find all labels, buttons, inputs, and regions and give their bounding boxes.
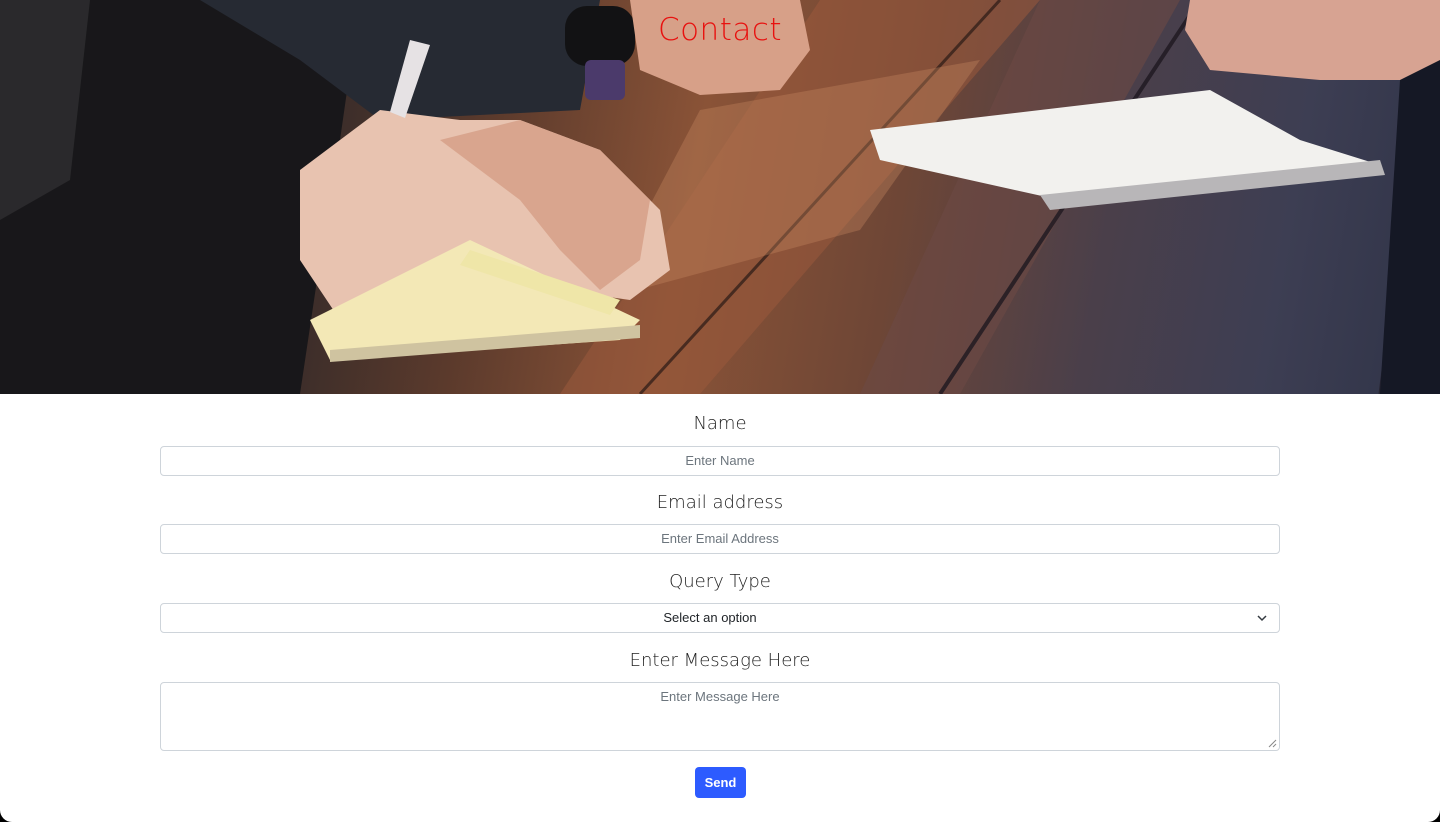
message-textarea-placeholder: Enter Message Here [660, 689, 780, 704]
query-type-selected: Select an option [663, 610, 757, 625]
contact-page: Contact Name Enter Name Email address En… [0, 0, 1440, 822]
send-button[interactable]: Send [695, 767, 746, 798]
name-input[interactable]: Enter Name [160, 446, 1280, 476]
query-type-select[interactable]: Select an option [160, 603, 1280, 633]
email-input-placeholder: Enter Email Address [661, 531, 779, 546]
name-label: Name [693, 413, 747, 434]
query-type-label: Query Type [669, 571, 771, 592]
hero-banner: Contact [0, 0, 1440, 394]
hero-photo [0, 0, 1440, 394]
page-title: Contact [657, 12, 783, 48]
email-label: Email address [656, 492, 784, 513]
resize-handle-icon[interactable] [1268, 739, 1277, 748]
name-input-placeholder: Enter Name [685, 453, 755, 468]
message-textarea[interactable]: Enter Message Here [160, 682, 1280, 751]
chevron-down-icon [1257, 615, 1267, 622]
message-label: Enter Message Here [629, 650, 811, 671]
email-input[interactable]: Enter Email Address [160, 524, 1280, 554]
